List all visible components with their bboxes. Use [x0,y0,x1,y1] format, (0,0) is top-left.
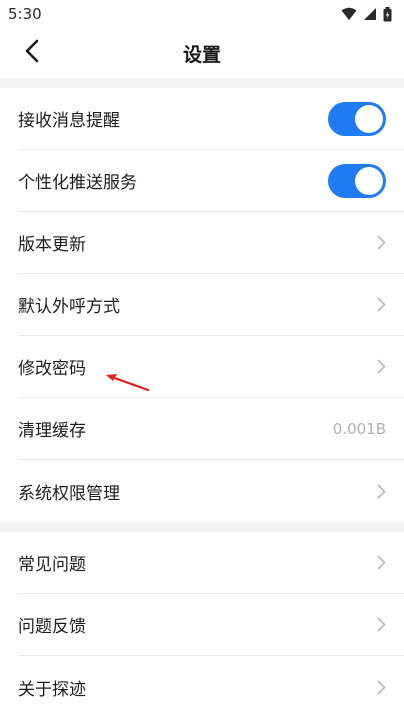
row-about[interactable]: 关于探迹 [18,656,404,718]
version-label: 版本更新 [18,235,86,255]
chevron-right-icon [377,297,386,312]
row-cache[interactable]: 清理缓存 0.001B [18,398,404,460]
notify-label: 接收消息提醒 [18,111,120,131]
dial-label: 默认外呼方式 [18,297,120,317]
back-button[interactable] [12,28,52,78]
nav-bar: 设置 [0,28,404,78]
feedback-label: 问题反馈 [18,617,86,637]
cache-label: 清理缓存 [18,421,86,441]
row-feedback[interactable]: 问题反馈 [18,594,404,656]
page-title: 设置 [182,43,221,66]
wifi-icon [341,7,357,21]
chevron-right-icon [377,484,386,499]
signal-icon [363,7,377,21]
row-faq[interactable]: 常见问题 [18,532,404,594]
chevron-right-icon [377,235,386,250]
settings-section: 接收消息提醒 个性化推送服务 版本更新 默认外呼方式 修改密码 清理缓存 0.0… [0,88,404,522]
about-label: 关于探迹 [18,679,86,700]
faq-label: 常见问题 [18,555,86,575]
status-bar: 5:30 [0,0,404,28]
row-notify: 接收消息提醒 [18,88,404,150]
row-permissions[interactable]: 系统权限管理 [18,460,404,522]
push-label: 个性化推送服务 [18,173,137,193]
row-password[interactable]: 修改密码 [18,336,404,398]
chevron-left-icon [25,39,39,67]
row-version[interactable]: 版本更新 [18,212,404,274]
row-push: 个性化推送服务 [18,150,404,212]
row-dial[interactable]: 默认外呼方式 [18,274,404,336]
toggle-knob [355,104,383,133]
chevron-right-icon [377,617,386,632]
red-arrow-annotation-icon [104,370,152,398]
password-label: 修改密码 [18,359,86,379]
permissions-label: 系统权限管理 [18,483,120,504]
status-icons [341,6,392,22]
cache-size: 0.001B [332,419,386,438]
toggle-knob [355,166,383,195]
chevron-right-icon [377,680,386,695]
chevron-right-icon [377,359,386,374]
chevron-right-icon [377,555,386,570]
status-time: 5:30 [8,5,42,23]
notify-toggle[interactable] [328,101,386,136]
section-divider [0,78,404,88]
battery-icon [383,6,392,22]
support-section: 常见问题 问题反馈 关于探迹 [0,532,404,718]
section-divider [0,522,404,532]
push-toggle[interactable] [328,163,386,198]
